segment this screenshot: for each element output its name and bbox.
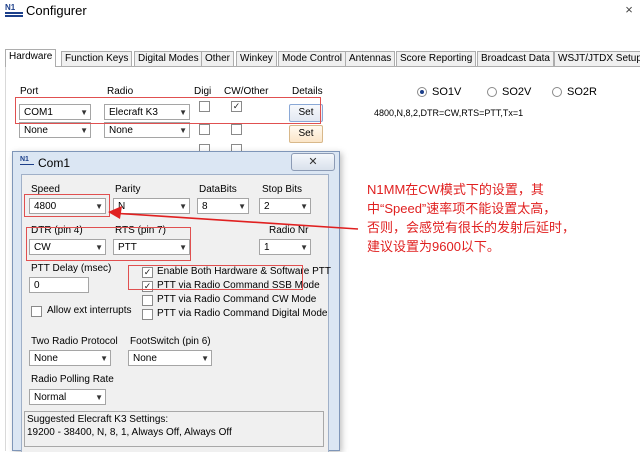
highlight-dtr-rts — [26, 227, 191, 261]
chevron-down-icon: ▼ — [300, 202, 308, 211]
polling-rate-label: Radio Polling Rate — [31, 374, 114, 385]
chevron-down-icon: ▼ — [179, 202, 187, 211]
stopbits-label: Stop Bits — [262, 184, 303, 195]
chevron-down-icon: ▼ — [80, 126, 88, 135]
radio-header: Radio — [107, 86, 134, 97]
ptt-delay-input[interactable]: 0 — [29, 277, 89, 293]
chevron-down-icon: ▼ — [100, 354, 108, 363]
annotation-line-1: N1MM在CW模式下的设置，其 — [367, 182, 544, 197]
tab-hardware[interactable]: Hardware — [5, 49, 57, 67]
tab-other[interactable]: Other — [201, 51, 235, 66]
footswitch-label: FootSwitch (pin 6) — [130, 336, 211, 347]
chevron-down-icon: ▼ — [300, 243, 308, 252]
highlight-row1 — [15, 97, 321, 124]
title-bar: N1 Configurer × — [0, 0, 640, 22]
so2v-label: SO2V — [502, 86, 532, 98]
suggested-title: Suggested Elecraft K3 Settings: — [27, 414, 169, 425]
two-radio-protocol-label: Two Radio Protocol — [31, 336, 118, 347]
tab-winkey[interactable]: Winkey — [236, 51, 277, 66]
dialog-close-icon[interactable]: ✕ — [291, 153, 335, 171]
details-header: Details — [292, 86, 323, 97]
so2r-radio[interactable] — [552, 87, 562, 97]
parity-label: Parity — [115, 184, 141, 195]
radio-select-row2[interactable]: None ▼ — [104, 122, 190, 138]
chevron-down-icon: ▼ — [179, 126, 187, 135]
suggested-text: 19200 - 38400, N, 8, 1, Always Off, Alwa… — [27, 427, 232, 438]
suggested-settings-box: Suggested Elecraft K3 Settings: 19200 - … — [24, 411, 324, 447]
so2r-label: SO2R — [567, 86, 597, 98]
so2v-radio[interactable] — [487, 87, 497, 97]
annotation-line-3: 否则，会感觉有很长的发射后延时， — [367, 220, 576, 235]
databits-label: DataBits — [199, 184, 237, 195]
tab-score-reporting[interactable]: Score Reporting — [396, 51, 477, 66]
cw-other-header: CW/Other — [224, 86, 269, 97]
tab-broadcast-data[interactable]: Broadcast Data — [477, 51, 554, 66]
ptt-delay-label: PTT Delay (msec) — [31, 263, 112, 274]
tab-antennas[interactable]: Antennas — [345, 51, 396, 66]
n1mm-logo-icon: N1 — [5, 4, 23, 18]
ptt-digital-label: PTT via Radio Command Digital Mode — [157, 308, 328, 319]
window-close-icon[interactable]: × — [618, 0, 640, 20]
annotation-line-2: 中“Speed”速率项不能设置太高， — [367, 201, 557, 216]
tab-strip: Hardware Function Keys Digital Modes Oth… — [5, 49, 640, 67]
polling-rate-select[interactable]: Normal ▼ — [29, 389, 106, 405]
digi-checkbox-row2[interactable] — [199, 124, 210, 135]
port-select-row2[interactable]: None ▼ — [19, 122, 91, 138]
window-title: Configurer — [26, 3, 87, 18]
ptt-cw-label: PTT via Radio Command CW Mode — [157, 294, 317, 305]
allow-ext-interrupts-checkbox[interactable] — [31, 306, 42, 317]
highlight-speed — [24, 194, 110, 217]
tab-wsjt-jtdx-setup[interactable]: WSJT/JTDX Setup — [554, 51, 640, 66]
footswitch-select[interactable]: None ▼ — [128, 350, 212, 366]
tab-mode-control[interactable]: Mode Control — [278, 51, 347, 66]
databits-select[interactable]: 8 ▼ — [197, 198, 249, 214]
dialog-title: Com1 — [38, 156, 71, 170]
port-header: Port — [20, 86, 39, 97]
allow-ext-interrupts-label: Allow ext interrupts — [47, 305, 132, 316]
set-button-row2[interactable]: Set — [289, 125, 323, 143]
radio-nr-label: Radio Nr — [269, 225, 309, 236]
ptt-cw-checkbox[interactable] — [142, 295, 153, 306]
radio-nr-select[interactable]: 1 ▼ — [259, 239, 311, 255]
so1v-label: SO1V — [432, 86, 462, 98]
tab-function-keys[interactable]: Function Keys — [61, 51, 133, 66]
two-radio-protocol-select[interactable]: None ▼ — [29, 350, 111, 366]
digi-header: Digi — [194, 86, 212, 97]
n1mm-logo-icon: N1 — [20, 156, 34, 169]
so1v-radio[interactable] — [417, 87, 427, 97]
annotation-line-4: 建议设置为9600以下。 — [367, 239, 500, 254]
ptt-digital-checkbox[interactable] — [142, 309, 153, 320]
cw-other-checkbox-row2[interactable] — [231, 124, 242, 135]
tab-digital-modes[interactable]: Digital Modes — [134, 51, 203, 66]
annotation-text: N1MM在CW模式下的设置，其 中“Speed”速率项不能设置太高， 否则，会感… — [367, 180, 637, 256]
highlight-ptt-options — [128, 265, 303, 290]
chevron-down-icon: ▼ — [95, 393, 103, 402]
chevron-down-icon: ▼ — [201, 354, 209, 363]
chevron-down-icon: ▼ — [238, 202, 246, 211]
stopbits-select[interactable]: 2 ▼ — [259, 198, 311, 214]
port-summary: 4800,N,8,2,DTR=CW,RTS=PTT,Tx=1 — [374, 108, 524, 118]
parity-select[interactable]: N ▼ — [113, 198, 190, 214]
